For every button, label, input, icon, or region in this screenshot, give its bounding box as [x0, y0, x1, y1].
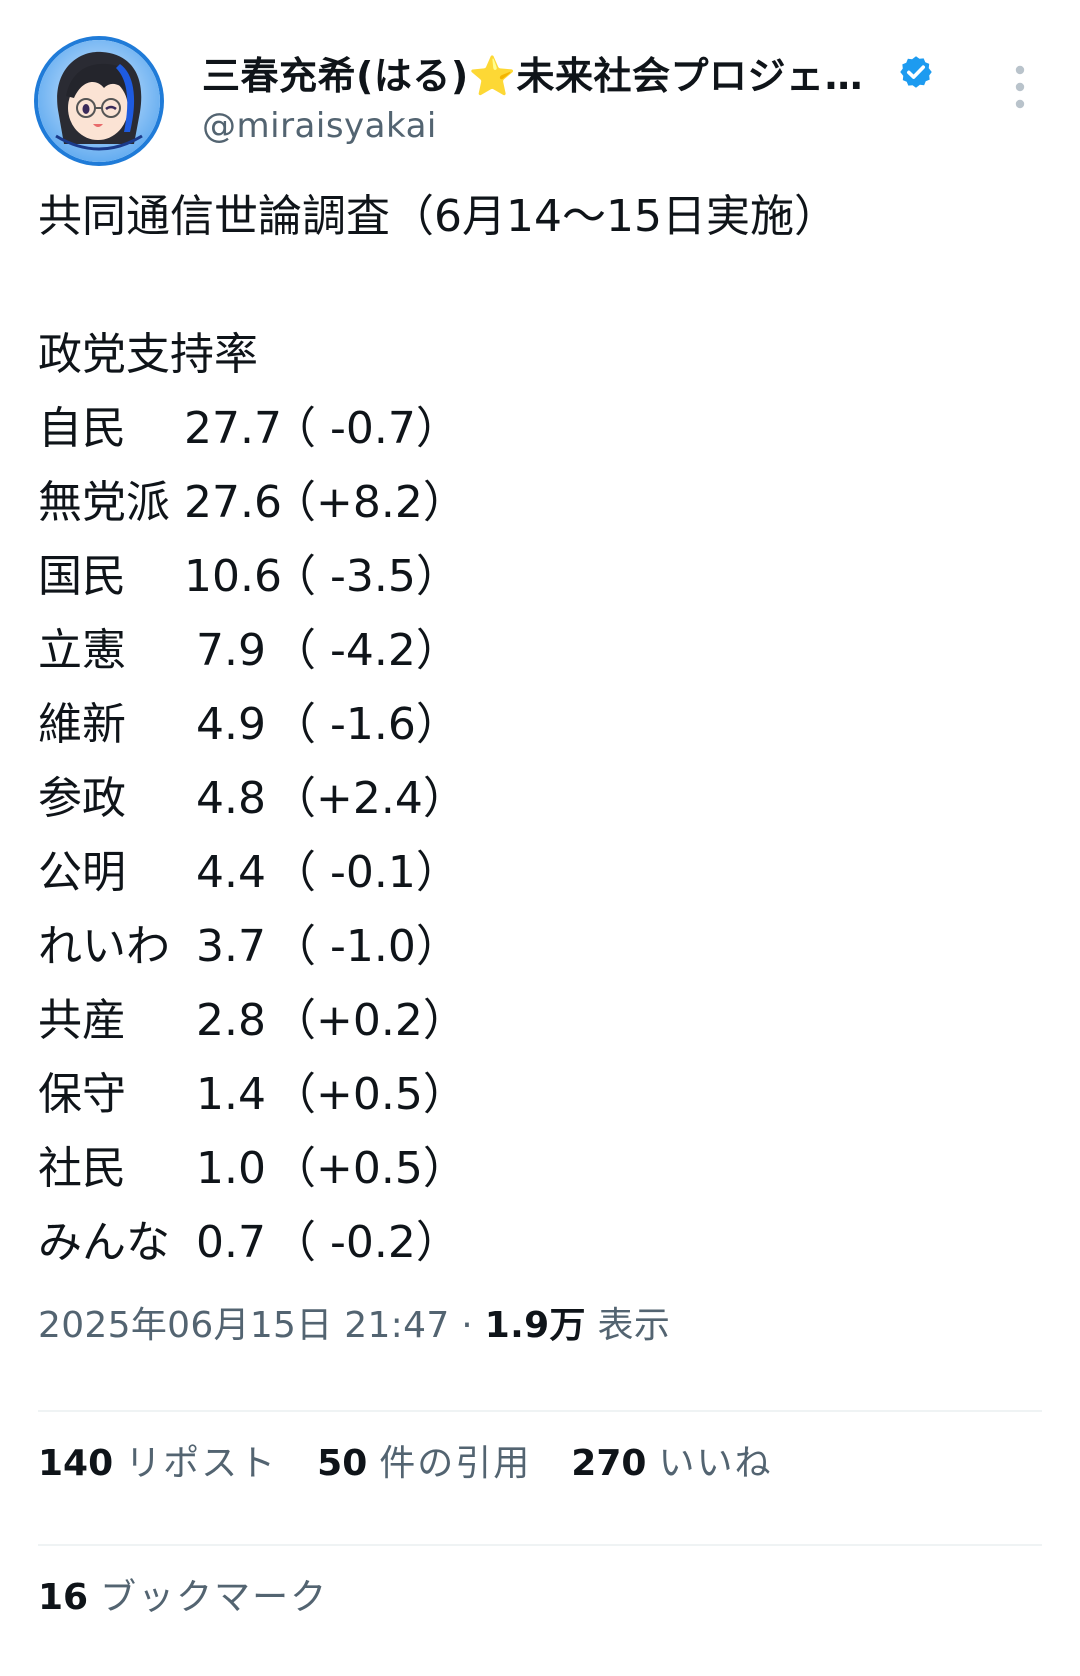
support-value: 3.7: [196, 921, 266, 972]
user-handle[interactable]: @miraisyakai: [202, 106, 962, 146]
bookmarks-stat-inner: 16 ブックマーク: [38, 1568, 328, 1620]
bookmarks-count: 16: [38, 1577, 89, 1618]
reposts-label: リポスト: [125, 1443, 278, 1484]
support-change: （ -0.7）: [272, 403, 460, 454]
support-value: 10.6: [184, 551, 282, 602]
support-value: 1.0: [196, 1143, 266, 1194]
likes-count: 270: [571, 1443, 647, 1484]
display-name-row: 三春充希(はる)⭐️未来社会プロジェク…: [202, 44, 962, 100]
support-row: 自民 27.7 （ -0.7）: [38, 392, 1038, 466]
likes-stat[interactable]: 270 いいね: [571, 1434, 772, 1486]
support-rate-list: 自民 27.7 （ -0.7） 無党派 27.6 （+8.2） 国民 10.6 （ -3.5…: [38, 392, 1038, 1280]
support-value: 2.8: [196, 995, 266, 1046]
support-value: 4.8: [196, 773, 266, 824]
support-row: 無党派 27.6 （+8.2）: [38, 466, 1038, 540]
support-row: みんな 0.7 （ -0.2）: [38, 1206, 1038, 1280]
reposts-count: 140: [38, 1443, 114, 1484]
support-row: 公明 4.4 （ -0.1）: [38, 836, 1038, 910]
tweet-header: 三春充希(はる)⭐️未来社会プロジェク… @miraisyakai: [38, 36, 1042, 168]
party-name: 自民: [38, 403, 126, 454]
tweet-text: 共同通信世論調査（6月14〜15日実施） 政党支持率 自民 27.7 （ -0.7）…: [38, 180, 1038, 1280]
party-name: 国民: [38, 551, 126, 602]
quotes-count: 50: [317, 1443, 368, 1484]
support-row: 参政 4.8 （+2.4）: [38, 762, 1038, 836]
support-change: （ -0.1）: [272, 847, 460, 898]
support-row: 国民 10.6 （ -3.5）: [38, 540, 1038, 614]
party-name: みんな: [38, 1217, 170, 1268]
views-label: 表示: [597, 1305, 671, 1346]
support-change: （+2.4）: [272, 773, 467, 824]
reposts-stat[interactable]: 140 リポスト: [38, 1434, 277, 1486]
support-change: （ -0.2）: [272, 1217, 460, 1268]
party-name: 共産: [38, 995, 126, 1046]
support-change: （+0.5）: [272, 1069, 467, 1120]
engagement-stats: 140 リポスト 50 件の引用 270 いいね: [38, 1434, 812, 1486]
party-name: 公明: [38, 847, 126, 898]
support-value: 27.6: [184, 477, 282, 528]
quotes-label: 件の引用: [379, 1443, 532, 1484]
bookmarks-stat[interactable]: 16 ブックマーク: [38, 1568, 328, 1620]
divider: [38, 1410, 1042, 1412]
party-name: 社民: [38, 1143, 126, 1194]
display-name[interactable]: 三春充希(はる)⭐️未来社会プロジェク…: [202, 45, 890, 100]
user-info: 三春充希(はる)⭐️未来社会プロジェク… @miraisyakai: [202, 44, 962, 146]
support-change: （+0.2）: [272, 995, 467, 1046]
support-value: 4.4: [196, 847, 266, 898]
party-name: 保守: [38, 1069, 126, 1120]
support-value: 7.9: [196, 625, 266, 676]
party-name: 維新: [38, 699, 126, 750]
avatar-image: [38, 40, 160, 162]
support-value: 1.4: [196, 1069, 266, 1120]
avatar[interactable]: [38, 40, 160, 162]
support-value: 4.9: [196, 699, 266, 750]
verified-badge-icon[interactable]: [898, 54, 934, 90]
party-name: 無党派: [38, 477, 170, 528]
support-value: 0.7: [196, 1217, 266, 1268]
support-row: 立憲 7.9 （ -4.2）: [38, 614, 1038, 688]
likes-label: いいね: [658, 1443, 773, 1484]
support-change: （ -3.5）: [272, 551, 460, 602]
meta-separator: ·: [461, 1305, 474, 1346]
divider: [38, 1544, 1042, 1546]
timestamp[interactable]: 2025年06月15日 21:47: [38, 1305, 450, 1346]
tweet-meta: 2025年06月15日 21:47 · 1.9万 表示: [38, 1296, 670, 1348]
views-count: 1.9万: [484, 1305, 586, 1346]
support-change: （ -4.2）: [272, 625, 460, 676]
support-value: 27.7: [184, 403, 282, 454]
support-row: 保守 1.4 （+0.5）: [38, 1058, 1038, 1132]
party-name: 立憲: [38, 625, 126, 676]
support-change: （+8.2）: [272, 477, 467, 528]
bookmarks-label: ブックマーク: [100, 1577, 329, 1618]
support-row: 維新 4.9 （ -1.6）: [38, 688, 1038, 762]
support-change: （ -1.6）: [272, 699, 460, 750]
support-row: 社民 1.0 （+0.5）: [38, 1132, 1038, 1206]
support-row: 共産 2.8 （+0.2）: [38, 984, 1038, 1058]
support-row: れいわ 3.7 （ -1.0）: [38, 910, 1038, 984]
party-name: 参政: [38, 773, 126, 824]
support-change: （ -1.0）: [272, 921, 460, 972]
support-change: （+0.5）: [272, 1143, 467, 1194]
more-options-icon[interactable]: [1010, 62, 1030, 112]
tweet-headline: 共同通信世論調査（6月14〜15日実施）: [38, 191, 838, 242]
section-title: 政党支持率: [38, 329, 258, 380]
quotes-stat[interactable]: 50 件の引用: [317, 1434, 531, 1486]
party-name: れいわ: [38, 921, 170, 972]
